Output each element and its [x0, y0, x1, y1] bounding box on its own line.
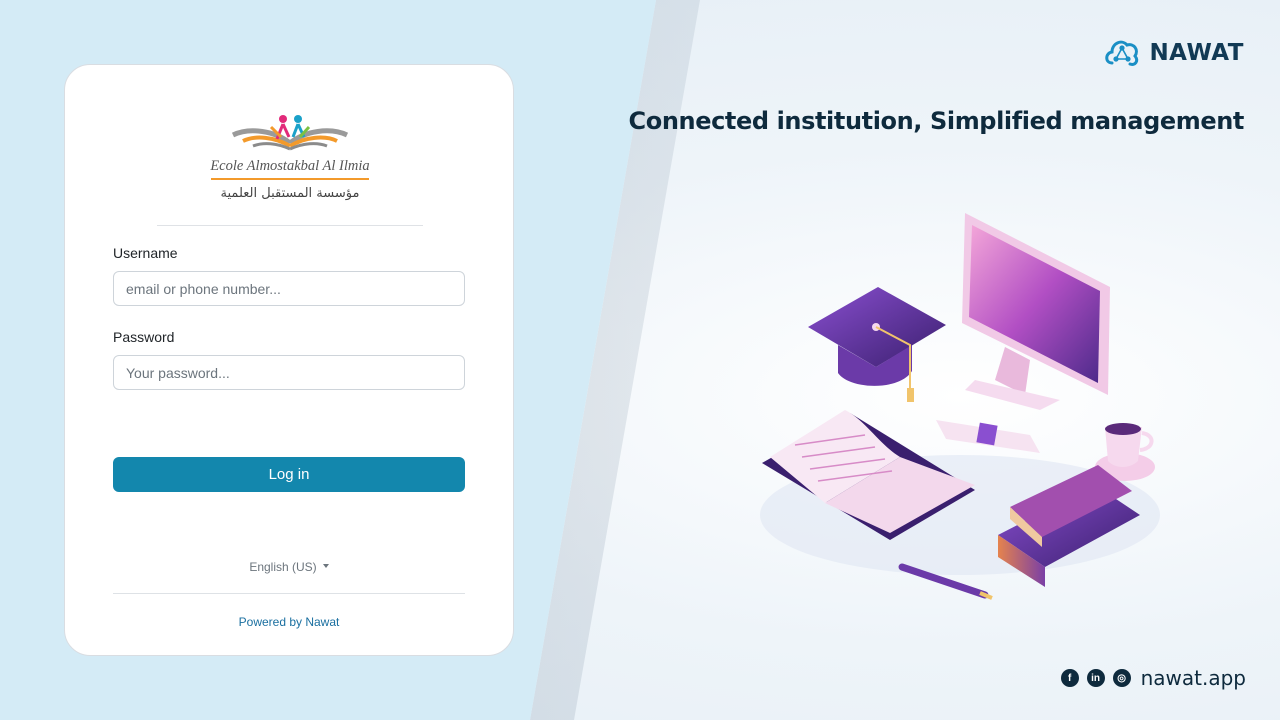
language-selector[interactable]: English (US) — [65, 560, 513, 574]
linkedin-icon[interactable]: in — [1086, 669, 1105, 687]
school-name-latin: Ecole Almostakbal Al Ilmia — [209, 158, 369, 174]
username-input[interactable] — [113, 271, 465, 306]
brand-name: NAWAT — [1149, 40, 1244, 66]
password-input[interactable] — [113, 355, 465, 390]
logo-divider — [157, 225, 423, 226]
username-label: Username — [113, 245, 178, 261]
brand: NAWAT — [1103, 34, 1244, 72]
nawat-logo-icon — [1105, 40, 1139, 66]
caret-down-icon — [322, 564, 329, 568]
education-illustration — [760, 213, 1160, 600]
facebook-icon[interactable]: f — [1060, 669, 1079, 687]
site-link[interactable]: nawat.app — [1141, 666, 1246, 690]
password-label: Password — [113, 329, 175, 345]
school-name-arabic: مؤسسة المستقبل العلمية — [221, 186, 360, 201]
school-logo: Ecole Almostakbal Al Ilmia مؤسسة المستقب… — [209, 115, 370, 201]
instagram-icon[interactable]: ◎ — [1112, 669, 1131, 687]
social-links: f in ◎ nawat.app — [1060, 666, 1246, 690]
login-button[interactable]: Log in — [113, 457, 465, 492]
headline: Connected institution, Simplified manage… — [628, 107, 1245, 135]
footer-divider — [113, 593, 465, 594]
language-label: English (US) — [249, 560, 317, 574]
login-card: Ecole Almostakbal Al Ilmia مؤسسة المستقب… — [64, 64, 514, 656]
powered-by-link[interactable]: Powered by Nawat — [65, 615, 513, 629]
